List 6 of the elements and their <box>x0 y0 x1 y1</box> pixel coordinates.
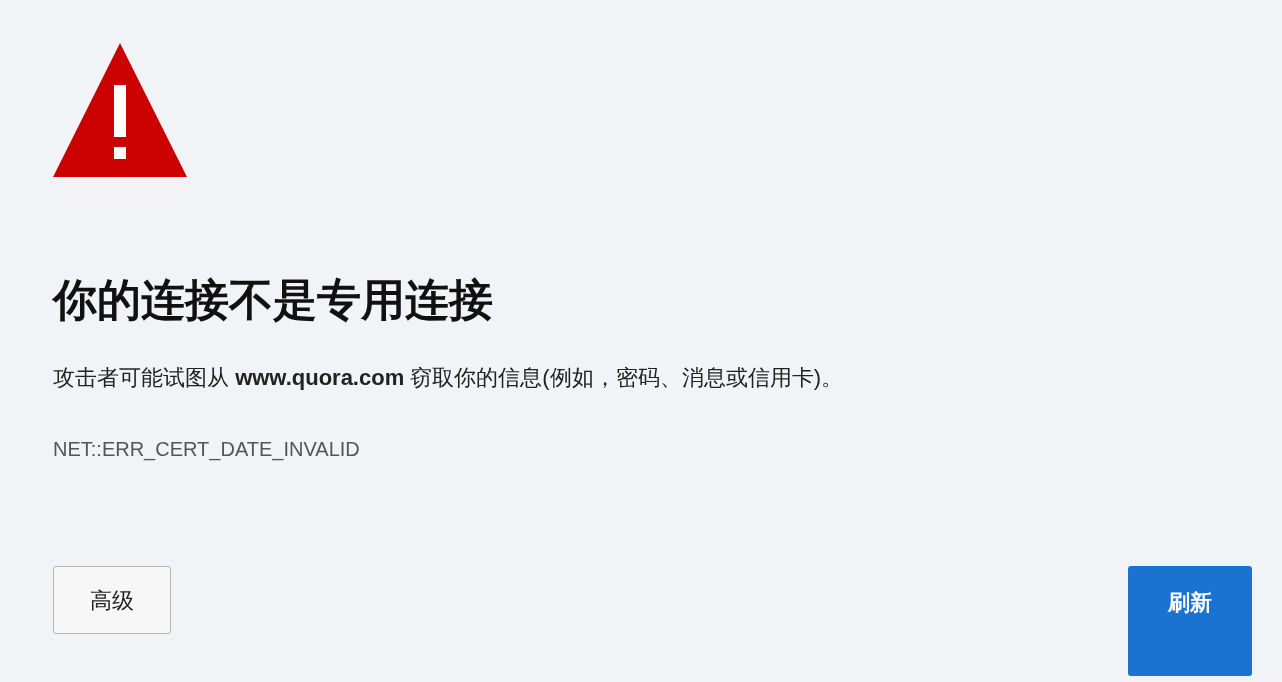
description-text: 攻击者可能试图从 www.quora.com 窃取你的信息(例如，密码、消息或信用卡)。 <box>53 364 843 392</box>
warning-icon <box>53 43 187 177</box>
reload-button[interactable]: 刷新 <box>1128 566 1252 676</box>
advanced-button[interactable]: 高级 <box>53 566 171 634</box>
page-heading: 你的连接不是专用连接 <box>53 273 493 327</box>
error-code: NET::ERR_CERT_DATE_INVALID <box>53 437 360 463</box>
